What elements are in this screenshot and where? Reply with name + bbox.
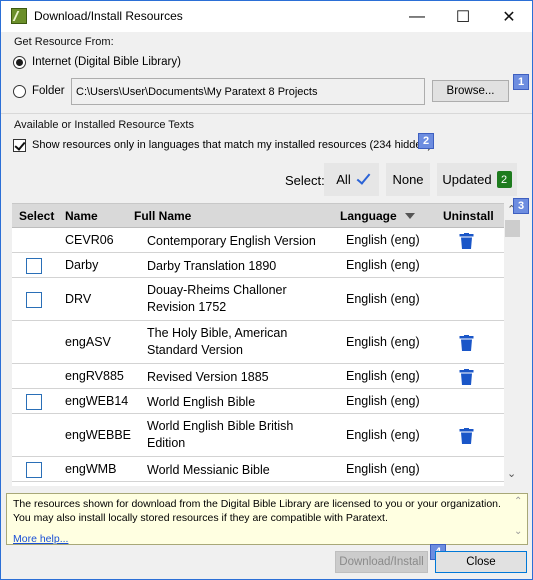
header-uninstall[interactable]: Uninstall bbox=[443, 209, 494, 223]
select-none-button[interactable]: None bbox=[386, 163, 430, 196]
row-full-name: World Messianic Bible bbox=[147, 462, 270, 477]
internet-radio-label: Internet (Digital Bible Library) bbox=[32, 56, 181, 68]
header-language[interactable]: Language bbox=[340, 209, 397, 223]
language-filter-checkbox[interactable] bbox=[13, 139, 26, 152]
scroll-down-icon[interactable]: ⌄ bbox=[507, 467, 516, 480]
table-row[interactable]: engWEB14 World English Bible English (eng) bbox=[12, 389, 504, 414]
browse-button[interactable]: Browse... bbox=[432, 80, 509, 102]
license-info-box: The resources shown for download from th… bbox=[6, 493, 528, 545]
minimize-button[interactable]: — bbox=[394, 1, 440, 32]
row-name: engASV bbox=[65, 334, 111, 349]
row-full-name: Douay-Rheims Challoner Revision 1752 bbox=[147, 283, 287, 314]
sort-descending-icon bbox=[405, 213, 415, 219]
row-name: engWEB14 bbox=[65, 393, 129, 408]
window-title: Download/Install Resources bbox=[34, 9, 183, 23]
info-scroll-up-icon[interactable]: ⌃ bbox=[514, 495, 522, 509]
paratext-app-icon bbox=[11, 8, 27, 24]
annotation-badge-2: 2 bbox=[418, 133, 434, 149]
row-language: English (eng) bbox=[346, 334, 420, 349]
language-filter-label: Show resources only in languages that ma… bbox=[32, 139, 432, 151]
row-full-name: The Holy Bible, American Standard Versio… bbox=[147, 326, 288, 357]
source-group-label: Get Resource From: bbox=[14, 36, 114, 48]
trash-icon[interactable] bbox=[459, 232, 474, 249]
license-line-1: The resources shown for download from th… bbox=[13, 498, 501, 510]
row-language: English (eng) bbox=[346, 257, 420, 272]
row-full-name: Darby Translation 1890 bbox=[147, 258, 277, 273]
select-label: Select: bbox=[285, 173, 325, 188]
row-language: English (eng) bbox=[346, 232, 420, 247]
header-name[interactable]: Name bbox=[65, 209, 98, 223]
row-full-name: Contemporary English Version bbox=[147, 233, 316, 248]
table-row[interactable]: DRV Douay-Rheims Challoner Revision 1752 E… bbox=[12, 278, 504, 321]
scroll-thumb[interactable] bbox=[505, 220, 520, 237]
row-select-checkbox[interactable] bbox=[26, 461, 42, 478]
table-row[interactable]: engWMB World Messianic Bible English (eng) bbox=[12, 457, 504, 482]
available-group-label: Available or Installed Resource Texts bbox=[14, 119, 194, 131]
grid-scrollbar[interactable]: ⌃ ⌄ bbox=[504, 203, 520, 486]
row-name: CEVR06 bbox=[65, 232, 114, 247]
close-window-button[interactable]: ✕ bbox=[486, 1, 532, 32]
table-row[interactable]: CEVR06 Contemporary English Version Englis… bbox=[12, 228, 504, 253]
table-row[interactable]: engWEBBE World English Bible British Edit… bbox=[12, 414, 504, 457]
annotation-badge-3: 3 bbox=[513, 198, 529, 214]
folder-path-field[interactable]: C:\Users\User\Documents\My Paratext 8 Pr… bbox=[71, 78, 425, 105]
resource-grid: Select Name Full Name Language Uninstall… bbox=[12, 203, 504, 486]
header-full-name[interactable]: Full Name bbox=[134, 209, 191, 223]
checkmark-icon bbox=[356, 170, 371, 185]
row-language: English (eng) bbox=[346, 427, 420, 442]
row-language: English (eng) bbox=[346, 393, 420, 408]
more-help-link[interactable]: More help... bbox=[13, 532, 68, 546]
select-updated-label: Updated bbox=[442, 172, 492, 187]
row-full-name: World English Bible British Edition bbox=[147, 419, 294, 450]
trash-icon[interactable] bbox=[459, 368, 474, 385]
maximize-button[interactable]: ☐ bbox=[440, 1, 486, 32]
row-full-name: World English Bible bbox=[147, 394, 256, 409]
folder-radio-label: Folder bbox=[32, 85, 65, 97]
row-language: English (eng) bbox=[346, 368, 420, 383]
info-scrollbar[interactable]: ⌃ ⌄ bbox=[511, 495, 526, 544]
row-name: Darby bbox=[65, 257, 99, 272]
download-install-button[interactable]: Download/Install bbox=[335, 551, 428, 573]
row-name: engWEBBE bbox=[65, 427, 132, 442]
row-select-checkbox[interactable] bbox=[26, 257, 42, 274]
title-bar: Download/Install Resources — ☐ ✕ bbox=[1, 1, 532, 32]
table-row[interactable]: engRV885 Revised Version 1885 English (eng… bbox=[12, 364, 504, 389]
row-language: English (eng) bbox=[346, 291, 420, 306]
grid-header: Select Name Full Name Language Uninstall bbox=[12, 204, 504, 228]
license-line-2: You may also install locally stored reso… bbox=[13, 512, 388, 524]
select-all-button[interactable]: All bbox=[324, 163, 379, 196]
header-select[interactable]: Select bbox=[19, 209, 54, 223]
row-language: English (eng) bbox=[346, 461, 420, 476]
select-updated-button[interactable]: Updated 2 bbox=[437, 163, 517, 196]
row-full-name: Revised Version 1885 bbox=[147, 369, 269, 384]
close-button[interactable]: Close bbox=[435, 551, 527, 573]
row-name: engWMB bbox=[65, 461, 117, 476]
section-divider bbox=[1, 113, 532, 114]
info-scroll-down-icon[interactable]: ⌄ bbox=[514, 525, 522, 539]
annotation-badge-1: 1 bbox=[513, 74, 529, 90]
download-install-dialog: Download/Install Resources — ☐ ✕ Get Res… bbox=[0, 0, 533, 580]
table-row[interactable]: Darby Darby Translation 1890 English (eng) bbox=[12, 253, 504, 278]
row-name: engRV885 bbox=[65, 368, 124, 383]
row-select-checkbox[interactable] bbox=[26, 291, 42, 308]
table-row[interactable]: engASV The Holy Bible, American Standard … bbox=[12, 321, 504, 364]
trash-icon[interactable] bbox=[459, 427, 474, 444]
updated-count-badge: 2 bbox=[496, 171, 512, 188]
row-select-checkbox[interactable] bbox=[26, 393, 42, 410]
row-name: DRV bbox=[65, 291, 92, 306]
select-all-label: All bbox=[336, 172, 351, 187]
folder-radio[interactable] bbox=[13, 85, 26, 98]
trash-icon[interactable] bbox=[459, 334, 474, 351]
internet-radio[interactable] bbox=[13, 56, 26, 69]
